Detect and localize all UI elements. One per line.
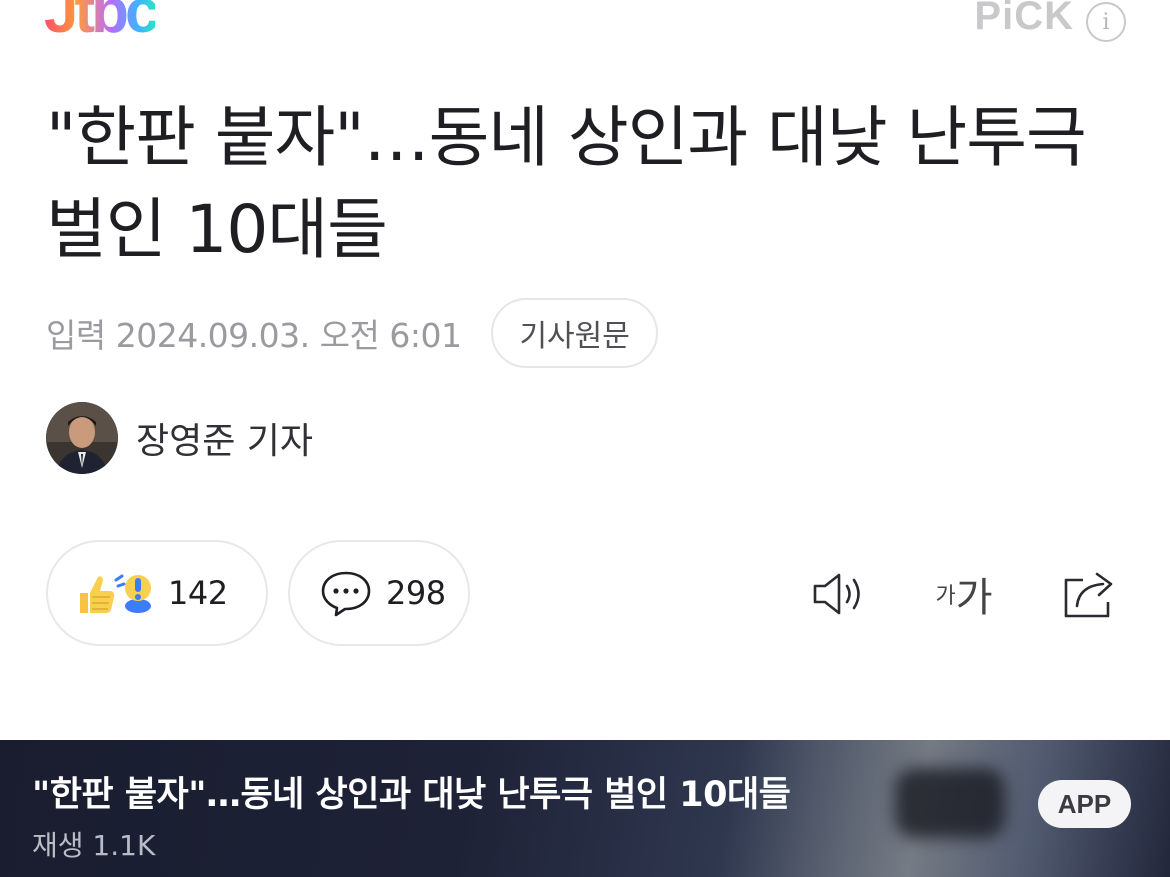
pick-badge[interactable]: PiCK i [974,0,1126,42]
article-meta: 입력 2024.09.03. 오전 6:01 기사원문 [46,298,658,368]
reporter-avatar[interactable] [46,402,118,474]
jtbc-logo[interactable]: Jtbc [44,0,160,43]
reaction-count: 142 [168,574,228,612]
exclaim-icon [114,574,151,613]
reporter[interactable]: 장영준 기자 [46,402,313,474]
original-article-button[interactable]: 기사원문 [491,298,658,368]
banner-thumbnail-shape [895,768,1005,838]
reporter-name[interactable]: 장영준 기자 [136,412,313,464]
app-button[interactable]: APP [1038,780,1131,828]
comment-icon [321,571,371,617]
reaction-button[interactable]: 142 [46,540,268,646]
share-icon [1064,572,1113,618]
font-size-button[interactable]: 가 가 [928,562,1000,626]
video-title[interactable]: "한판 붙자"…동네 상인과 대낮 난투극 벌인 10대들 [32,766,791,817]
comment-count: 298 [386,574,446,612]
info-icon[interactable]: i [1086,2,1126,42]
publish-date: 입력 2024.09.03. 오전 6:01 [46,316,462,355]
video-banner[interactable]: "한판 붙자"…동네 상인과 대낮 난투극 벌인 10대들 재생 1.1K AP… [0,740,1170,877]
play-count: 재생 1.1K [32,829,156,862]
speaker-icon [813,573,860,615]
thumbs-up-icon [80,576,115,613]
comment-button[interactable]: 298 [288,540,470,646]
share-button[interactable] [1060,562,1120,626]
pick-label: PiCK [974,0,1074,38]
font-size-small-label: 가 [935,584,956,609]
read-aloud-button[interactable] [810,562,870,626]
logo-text: Jtbc [44,0,160,43]
font-size-large-label: 가 [955,575,993,621]
article-title: "한판 붙자"…동네 상인과 대낮 난투극 벌인 10대들 [46,99,1087,268]
